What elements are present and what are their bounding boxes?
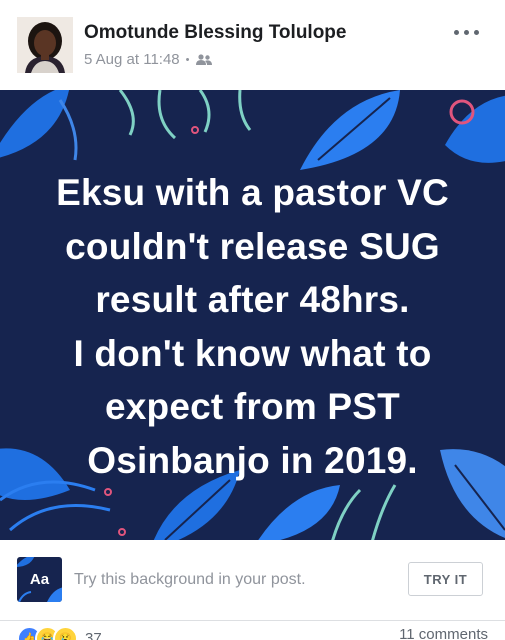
more-horizontal-icon[interactable] [454, 30, 479, 35]
post-timestamp[interactable]: 5 Aug at 11:48 [84, 51, 180, 68]
suggestion-text: Try this background in your post. [74, 571, 306, 588]
comments-link[interactable]: 11 comments [399, 626, 488, 640]
tile-label: Aa [29, 571, 50, 588]
avatar[interactable] [17, 17, 73, 73]
avatar-photo [17, 17, 73, 73]
post-background: Eksu with a pastor VC couldn't release S… [0, 90, 505, 540]
post-text-line: Osinbanjo in 2019. [87, 439, 418, 481]
background-suggestion: Aa Try this background in your post. TRY… [0, 540, 505, 621]
post-text-line: I don't know what to [73, 332, 432, 374]
post-footer: 👍 😂 😢 37 11 comments [0, 621, 505, 640]
post-text-line: couldn't release SUG [65, 225, 440, 267]
post-text-line: expect from PST [105, 386, 400, 427]
post-text-line: Eksu with a pastor VC [56, 172, 449, 213]
post-text-line: result after 48hrs. [95, 279, 410, 320]
background-preview-tile[interactable]: Aa [17, 557, 62, 602]
post-header: Omotunde Blessing Tolulope 5 Aug at 11:4… [0, 0, 505, 90]
meta-separator: • [185, 53, 190, 66]
friends-icon[interactable] [195, 53, 212, 66]
reaction-count: 37 [85, 630, 102, 640]
try-it-button[interactable]: TRY IT [408, 562, 483, 596]
author-name[interactable]: Omotunde Blessing Tolulope [84, 22, 346, 44]
post-text: Eksu with a pastor VC couldn't release S… [20, 166, 485, 487]
reaction-summary[interactable]: 👍 😂 😢 37 [17, 626, 102, 640]
sad-icon: 😢 [53, 626, 78, 640]
post-meta: 5 Aug at 11:48 • [84, 51, 212, 68]
